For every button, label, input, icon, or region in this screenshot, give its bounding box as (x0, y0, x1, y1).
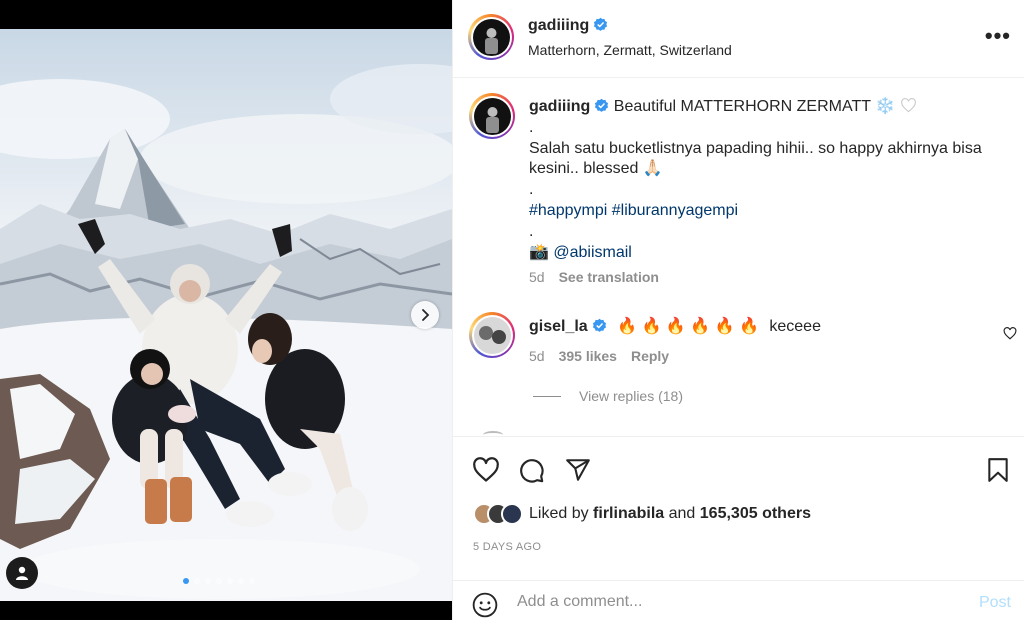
reply-button[interactable]: Reply (631, 348, 669, 364)
carousel-dot (227, 578, 233, 584)
caption-title: Beautiful MATTERHORN ZERMATT (613, 98, 871, 115)
white-heart-emoji-icon (900, 98, 916, 113)
snow-scene-illustration (0, 64, 452, 601)
caption-author-avatar[interactable] (469, 93, 515, 139)
camera-emoji: 📸 (529, 243, 549, 261)
caption-body: Salah satu bucketlistnya papading hihii.… (529, 139, 982, 178)
comment-button[interactable] (518, 457, 545, 489)
likes-summary: Liked by firlinabila and 165,305 others (473, 503, 811, 525)
verified-badge-icon (594, 98, 609, 113)
verified-badge-icon (592, 318, 607, 333)
post-comment-button[interactable]: Post (979, 594, 1011, 612)
likes-others-button[interactable]: 165,305 others (700, 505, 811, 522)
carousel-dot (216, 578, 222, 584)
praying-hands-emoji: 🙏🏻 (642, 160, 663, 178)
emoji-button[interactable] (472, 592, 498, 620)
see-translation-button[interactable]: See translation (559, 269, 659, 285)
caption-author-username[interactable]: gadiiing (529, 98, 590, 115)
verified-badge-icon (593, 17, 608, 32)
user-tag-icon (16, 566, 28, 580)
save-button[interactable] (987, 457, 1009, 488)
comment-age[interactable]: 5d (529, 348, 545, 364)
comment-text: keceee (769, 318, 821, 335)
post-header: gadiiing Matterhorn, Zermatt, Switzerlan… (453, 0, 1024, 78)
comment-likes-count[interactable]: 395 likes (559, 348, 617, 364)
caption-dot: . (529, 181, 534, 199)
caption-age[interactable]: 5d (529, 269, 545, 285)
post-details-panel: gadiiing Matterhorn, Zermatt, Switzerlan… (452, 0, 1024, 620)
next-comment-avatar-peek (483, 431, 503, 435)
share-icon (566, 459, 590, 481)
chevron-right-icon (422, 309, 430, 321)
next-photo-button[interactable] (411, 301, 439, 329)
like-button[interactable] (472, 457, 500, 488)
comment-input[interactable] (517, 593, 947, 611)
fire-emojis: 🔥 🔥 🔥 🔥 🔥 🔥 (617, 318, 759, 335)
carousel-dot (238, 578, 244, 584)
post-location[interactable]: Matterhorn, Zermatt, Switzerland (528, 42, 732, 58)
carousel-dot (249, 578, 255, 584)
comment-like-button[interactable] (1003, 327, 1017, 345)
caption-text: gadiiing Beautiful MATTERHORN ZERMATT ❄️… (529, 97, 999, 288)
tagged-users-button[interactable] (6, 557, 38, 589)
heart-icon (1003, 327, 1017, 340)
hashtag-link[interactable]: #liburannyagempi (612, 202, 738, 219)
comments-section: gadiiing Beautiful MATTERHORN ZERMATT ❄️… (453, 79, 1024, 435)
commenter-avatar[interactable] (469, 312, 515, 358)
liker-username[interactable]: firlinabila (593, 505, 664, 522)
commenter-username[interactable]: gisel_la (529, 318, 588, 335)
caption-dot: . (529, 222, 534, 240)
more-options-button[interactable]: ••• (984, 23, 1011, 48)
post-date[interactable]: 5 DAYS AGO (473, 541, 541, 553)
liker-avatar[interactable] (501, 503, 523, 525)
add-comment-bar: Post (453, 580, 1024, 620)
action-bar: Liked by firlinabila and 165,305 others … (453, 436, 1024, 553)
share-button[interactable] (565, 457, 591, 488)
media-pane (0, 0, 452, 620)
snowflake-emoji: ❄️ (875, 98, 896, 115)
comment-icon (520, 459, 544, 483)
author-username[interactable]: gadiiing (528, 17, 589, 34)
heart-icon (473, 457, 499, 482)
carousel-indicator (183, 578, 255, 584)
caption-dot: . (529, 118, 534, 136)
more-options-icon: ••• (984, 23, 1011, 48)
bookmark-icon (988, 458, 1008, 482)
hashtag-link[interactable]: #happympi (529, 202, 607, 219)
mention-link[interactable]: @abiismail (553, 244, 631, 261)
post-photo[interactable] (0, 29, 452, 601)
carousel-dot (194, 578, 200, 584)
carousel-dot (205, 578, 211, 584)
view-replies-button[interactable]: View replies (18) (533, 388, 683, 404)
author-avatar[interactable] (468, 14, 514, 60)
emoji-icon (472, 592, 498, 618)
carousel-dot (183, 578, 189, 584)
